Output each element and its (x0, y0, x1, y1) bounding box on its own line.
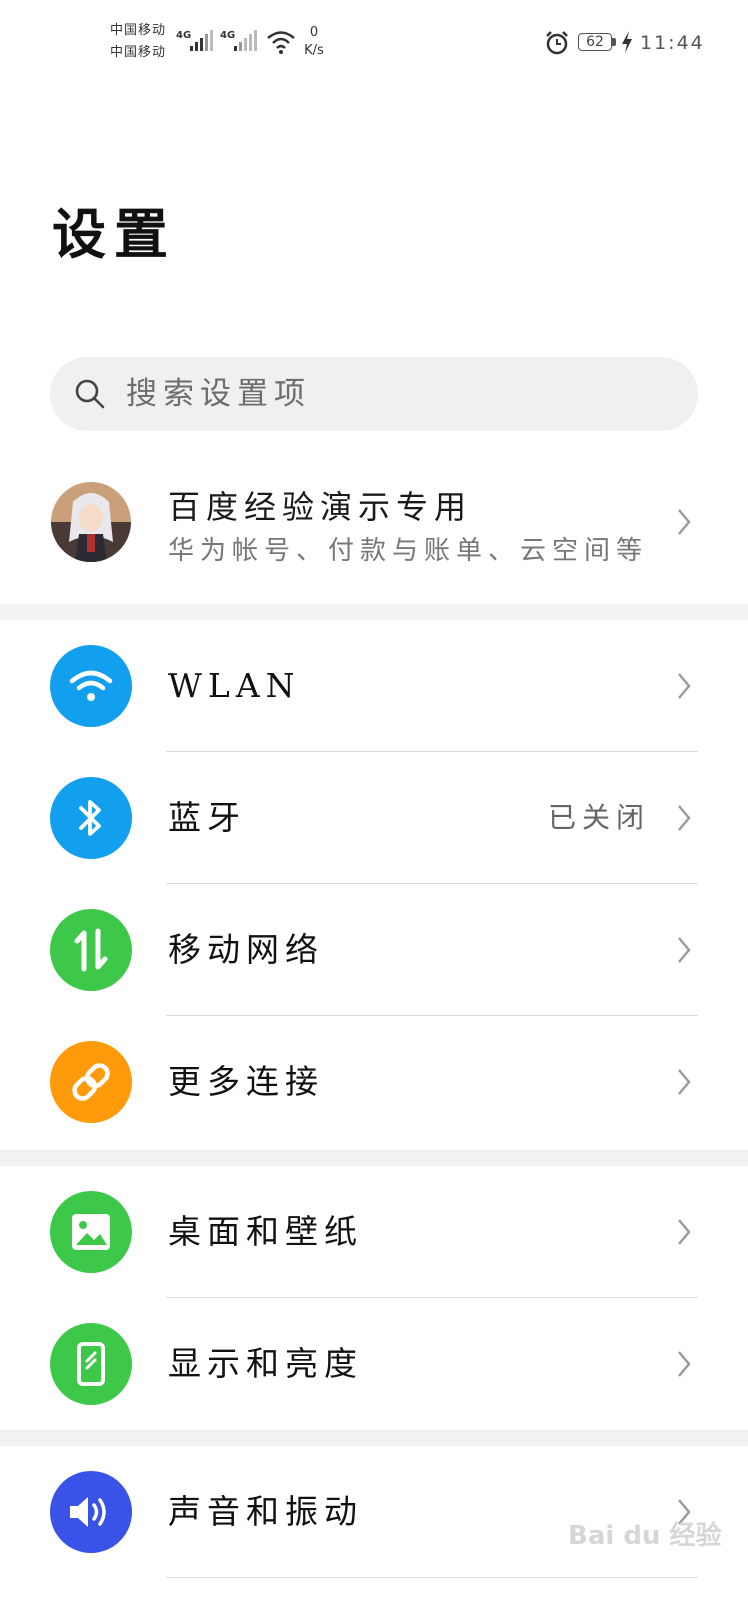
setting-label: 桌面和壁纸 (168, 1212, 363, 1251)
setting-label: 显示和亮度 (168, 1344, 363, 1383)
mobile-data-icon (50, 909, 132, 991)
setting-item-more-connections[interactable]: 更多连接 (0, 1016, 748, 1148)
battery-icon: 62 (578, 33, 612, 51)
page-title: 设置 (52, 202, 176, 266)
setting-item-mobile-network[interactable]: 移动网络 (0, 884, 748, 1016)
section-divider (0, 1150, 748, 1166)
setting-item-home-wallpaper[interactable]: 桌面和壁纸 (0, 1166, 748, 1298)
setting-item-sound-vibration[interactable]: 声音和振动 (0, 1446, 748, 1578)
search-icon (75, 379, 105, 409)
chevron-right-icon (678, 1069, 691, 1095)
speaker-icon (50, 1471, 132, 1553)
account-row[interactable]: 百度经验演示专用 华为帐号、付款与账单、云空间等 (0, 460, 748, 588)
section-divider (0, 604, 748, 620)
battery-tip (612, 38, 616, 46)
avatar (51, 482, 131, 562)
chevron-right-icon (678, 805, 691, 831)
setting-label: 蓝牙 (168, 798, 246, 837)
bluetooth-icon (50, 777, 132, 859)
setting-label: 移动网络 (168, 930, 324, 969)
setting-label: 声音和振动 (168, 1492, 363, 1531)
setting-item-display-brightness[interactable]: 显示和亮度 (0, 1298, 748, 1430)
account-name: 百度经验演示专用 (168, 488, 473, 526)
signal-4g-icon-2: 4G (220, 30, 257, 51)
account-subtitle: 华为帐号、付款与账单、云空间等 (168, 536, 649, 566)
carrier-2: 中国移动 (110, 45, 167, 60)
svg-text:4G: 4G (220, 30, 235, 41)
setting-label: 更多连接 (168, 1062, 324, 1101)
bluetooth-status: 已关闭 (547, 801, 650, 834)
row-divider (166, 1577, 698, 1578)
watermark: Bai du 经验 (568, 1521, 722, 1551)
setting-label: WLAN (168, 666, 301, 705)
phone-display-icon (50, 1323, 132, 1405)
status-time: 11:44 (640, 32, 705, 54)
setting-item-bluetooth[interactable]: 蓝牙 已关闭 (0, 752, 748, 884)
setting-item-wlan[interactable]: WLAN (0, 620, 748, 752)
image-icon (50, 1191, 132, 1273)
chevron-right-icon (678, 1219, 691, 1245)
section-divider (0, 1430, 748, 1446)
signal-4g-icon-1: 4G (176, 30, 213, 51)
wifi-status-icon (267, 31, 295, 54)
alarm-icon (546, 31, 568, 55)
link-icon (50, 1041, 132, 1123)
net-speed: 0 K/s (296, 24, 332, 60)
search-bar[interactable]: 搜索设置项 (50, 357, 698, 431)
chevron-right-icon (678, 1351, 691, 1377)
chevron-right-icon (678, 509, 691, 535)
chevron-right-icon (678, 673, 691, 699)
search-placeholder: 搜索设置项 (126, 376, 311, 412)
wifi-icon (50, 645, 132, 727)
net-speed-unit: K/s (304, 43, 324, 58)
carrier-1: 中国移动 (110, 23, 167, 38)
charging-icon (622, 31, 632, 53)
svg-text:4G: 4G (176, 30, 191, 41)
battery-level: 62 (586, 34, 604, 50)
net-speed-value: 0 (309, 25, 319, 40)
chevron-right-icon (678, 937, 691, 963)
